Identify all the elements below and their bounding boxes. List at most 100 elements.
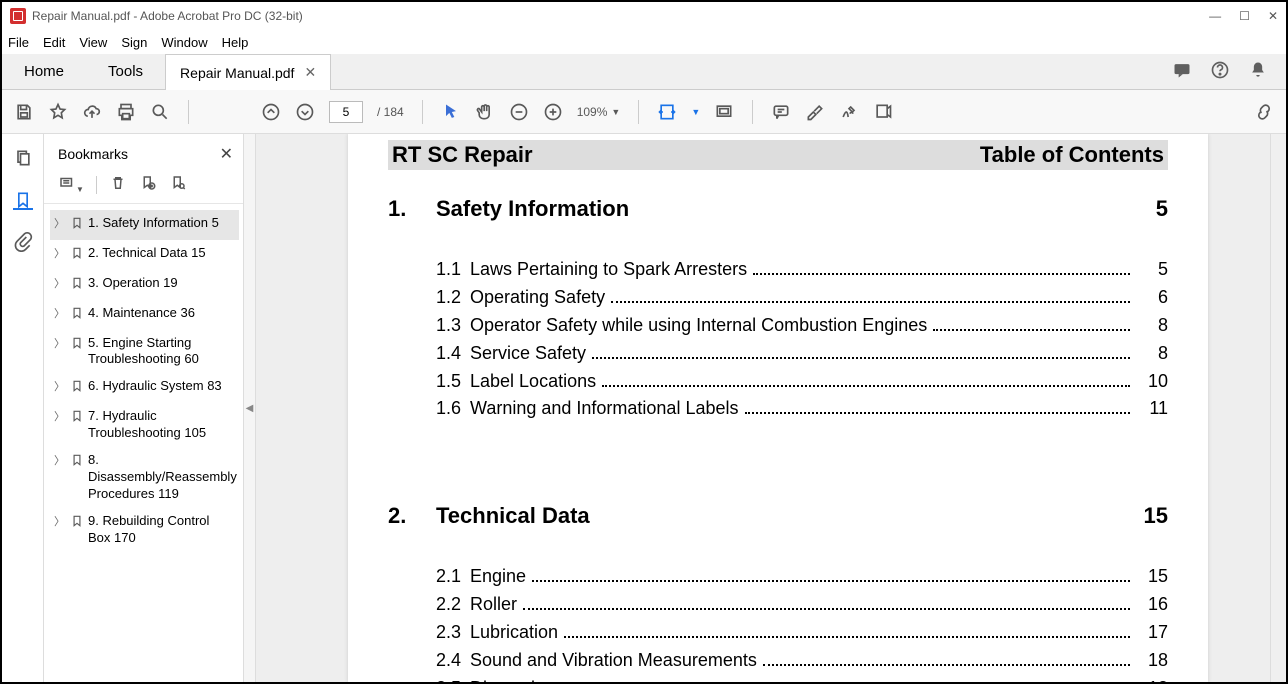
toc-row[interactable]: 2.2Roller16: [388, 591, 1168, 619]
delete-bookmark-icon[interactable]: [109, 174, 127, 195]
zoom-out-icon[interactable]: [509, 102, 529, 122]
chevron-right-icon[interactable]: 〉: [54, 380, 66, 394]
toc-dots: [753, 273, 1130, 275]
toc-row[interactable]: 1.6Warning and Informational Labels11: [388, 395, 1168, 423]
maximize-button[interactable]: ☐: [1239, 9, 1250, 23]
bookmark-item[interactable]: 〉1. Safety Information 5: [50, 210, 239, 240]
highlight-icon[interactable]: [805, 102, 825, 122]
tab-document-label: Repair Manual.pdf: [180, 65, 294, 81]
bookmark-item[interactable]: 〉9. Rebuilding Control Box 170: [50, 508, 239, 552]
toc-row-page: 11: [1136, 395, 1168, 423]
stamp-icon[interactable]: [873, 102, 893, 122]
toc-row-title: Roller: [470, 591, 517, 619]
thumbnails-icon[interactable]: [13, 148, 33, 168]
toc-row-number: 2.3: [388, 619, 470, 647]
toc-row[interactable]: 1.5Label Locations10: [388, 368, 1168, 396]
page-view[interactable]: RT SC Repair Table of Contents 1.Safety …: [256, 134, 1270, 682]
section-page: 5: [1156, 196, 1168, 222]
page-header-right: Table of Contents: [980, 142, 1164, 168]
chevron-right-icon[interactable]: 〉: [54, 410, 66, 424]
vertical-scrollbar[interactable]: [1270, 134, 1286, 682]
menu-edit[interactable]: Edit: [43, 35, 65, 50]
toc-row[interactable]: 2.3Lubrication17: [388, 619, 1168, 647]
bookmark-icon: [70, 276, 84, 295]
chevron-right-icon[interactable]: 〉: [54, 454, 66, 468]
toc-row[interactable]: 1.3Operator Safety while using Internal …: [388, 312, 1168, 340]
bell-icon[interactable]: [1248, 60, 1268, 83]
close-window-button[interactable]: ✕: [1268, 9, 1278, 23]
toc-row[interactable]: 2.1Engine15: [388, 563, 1168, 591]
print-icon[interactable]: [116, 102, 136, 122]
minimize-button[interactable]: —: [1209, 9, 1221, 23]
toc-row[interactable]: 1.2Operating Safety6: [388, 284, 1168, 312]
toc-row-page: 5: [1136, 256, 1168, 284]
hand-icon[interactable]: [475, 102, 495, 122]
toc-row-number: 1.4: [388, 340, 470, 368]
chevron-right-icon[interactable]: 〉: [54, 217, 66, 231]
menu-file[interactable]: File: [8, 35, 29, 50]
page-down-icon[interactable]: [295, 102, 315, 122]
collapse-handle[interactable]: ◀: [244, 134, 256, 682]
toc-row-page: 18: [1136, 675, 1168, 682]
bookmark-item[interactable]: 〉 3. Operation 19: [50, 270, 239, 300]
menu-window[interactable]: Window: [161, 35, 207, 50]
toc-row[interactable]: 1.4Service Safety8: [388, 340, 1168, 368]
bookmark-item[interactable]: 〉4. Maintenance 36: [50, 300, 239, 330]
help-icon[interactable]: [1210, 60, 1230, 83]
link-icon[interactable]: [1254, 102, 1274, 122]
cloud-upload-icon[interactable]: [82, 102, 102, 122]
bookmarks-list: 〉1. Safety Information 5〉2. Technical Da…: [44, 204, 243, 682]
chevron-right-icon[interactable]: 〉: [54, 515, 66, 529]
bookmark-item[interactable]: 〉6. Hydraulic System 83: [50, 373, 239, 403]
tab-home[interactable]: Home: [2, 54, 86, 89]
bookmark-options-icon[interactable]: ▼: [58, 174, 84, 195]
chevron-right-icon[interactable]: 〉: [54, 277, 66, 291]
chevron-right-icon[interactable]: 〉: [54, 307, 66, 321]
save-icon[interactable]: [14, 102, 34, 122]
window-title: Repair Manual.pdf - Adobe Acrobat Pro DC…: [32, 9, 303, 23]
chevron-right-icon[interactable]: 〉: [54, 247, 66, 261]
bookmark-item[interactable]: 〉5. Engine Starting Troubleshooting 60: [50, 330, 239, 374]
menu-sign[interactable]: Sign: [121, 35, 147, 50]
chevron-down-icon[interactable]: ▼: [691, 107, 700, 117]
toc-row-number: 2.4: [388, 647, 470, 675]
bookmark-item[interactable]: 〉2. Technical Data 15: [50, 240, 239, 270]
toc-dots: [564, 636, 1130, 638]
toc-row-number: 2.2: [388, 591, 470, 619]
bookmark-icon: [70, 246, 84, 265]
menu-view[interactable]: View: [79, 35, 107, 50]
toc-row[interactable]: 2.5Dimensions18: [388, 675, 1168, 682]
menu-help[interactable]: Help: [222, 35, 249, 50]
sign-icon[interactable]: [839, 102, 859, 122]
bookmark-item[interactable]: 〉 8. Disassembly/Reassembly Procedures 11…: [50, 447, 239, 508]
chevron-right-icon[interactable]: 〉: [54, 337, 66, 351]
tab-document[interactable]: Repair Manual.pdf ✕: [165, 54, 331, 90]
star-icon[interactable]: [48, 102, 68, 122]
page-number-input[interactable]: [329, 101, 363, 123]
chat-icon[interactable]: [1172, 60, 1192, 83]
bookmark-item[interactable]: 〉7. Hydraulic Troubleshooting 105: [50, 403, 239, 447]
zoom-level[interactable]: 109%▼: [577, 105, 621, 119]
toc-row-title: Operator Safety while using Internal Com…: [470, 312, 927, 340]
bookmark-label: 3. Operation 19: [88, 275, 235, 292]
new-bookmark-icon[interactable]: [139, 174, 157, 195]
page-up-icon[interactable]: [261, 102, 281, 122]
toc-row[interactable]: 1.1Laws Pertaining to Spark Arresters5: [388, 256, 1168, 284]
attachments-icon[interactable]: [13, 232, 33, 252]
toc-row[interactable]: 2.4Sound and Vibration Measurements18: [388, 647, 1168, 675]
zoom-in-icon[interactable]: [543, 102, 563, 122]
section-title: Safety Information: [436, 196, 1156, 222]
bookmarks-icon[interactable]: [13, 190, 33, 210]
tab-close-icon[interactable]: ✕: [304, 64, 316, 81]
pointer-icon[interactable]: [441, 102, 461, 122]
toc-row-number: 1.1: [388, 256, 470, 284]
fit-width-icon[interactable]: [657, 102, 677, 122]
search-icon[interactable]: [150, 102, 170, 122]
page-total: / 184: [377, 105, 404, 119]
comment-icon[interactable]: [771, 102, 791, 122]
view-mode-icon[interactable]: [714, 102, 734, 122]
find-bookmark-icon[interactable]: [169, 174, 187, 195]
bookmarks-close-icon[interactable]: ✕: [220, 144, 233, 164]
tab-tools[interactable]: Tools: [86, 54, 165, 89]
bookmark-label: 8. Disassembly/Reassembly Procedures 119: [88, 452, 237, 503]
